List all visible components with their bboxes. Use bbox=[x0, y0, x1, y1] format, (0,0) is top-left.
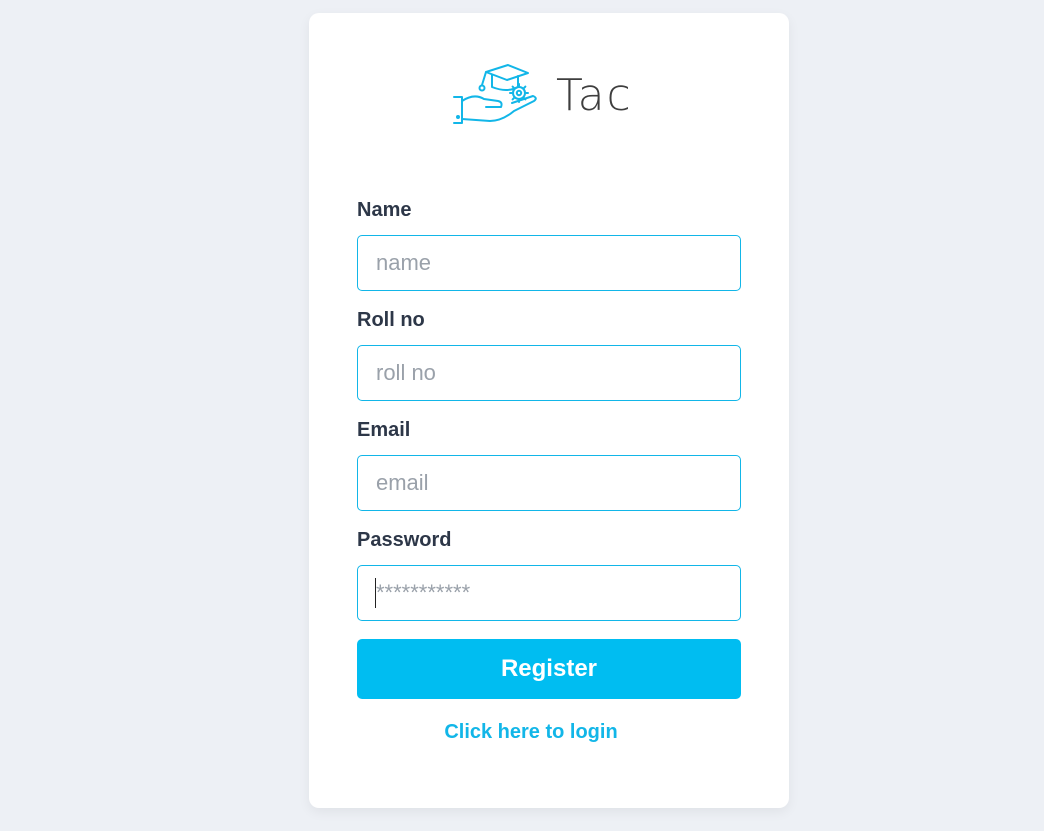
register-form: Name Roll no Email Password Register Cli… bbox=[357, 199, 741, 744]
logo: Tac bbox=[452, 63, 633, 129]
name-label: Name bbox=[357, 199, 412, 221]
email-input[interactable] bbox=[357, 455, 741, 511]
password-field bbox=[357, 565, 741, 621]
brand-name: Tac bbox=[556, 70, 633, 121]
login-link[interactable]: Click here to login bbox=[321, 721, 741, 744]
text-caret bbox=[375, 578, 376, 608]
roll-no-input[interactable] bbox=[357, 345, 741, 401]
register-card: Tac Name Roll no Email Password Register… bbox=[309, 13, 789, 808]
email-label: Email bbox=[357, 419, 411, 441]
password-label: Password bbox=[357, 529, 452, 551]
password-input[interactable] bbox=[357, 565, 741, 621]
roll-no-label: Roll no bbox=[357, 309, 425, 331]
register-button[interactable]: Register bbox=[357, 639, 741, 699]
name-input[interactable] bbox=[357, 235, 741, 291]
hand-graduation-cap-gear-icon bbox=[452, 63, 538, 129]
